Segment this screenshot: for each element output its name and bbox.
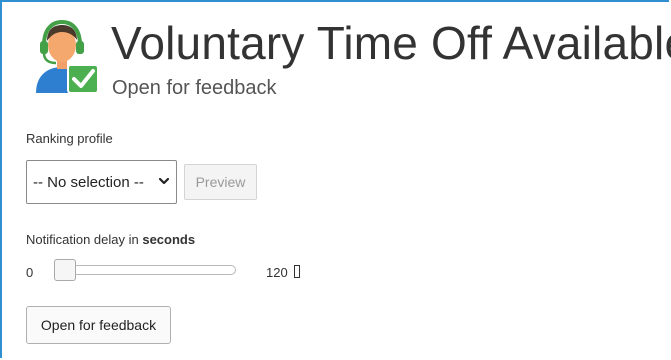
notification-delay-label: Notification delay in seconds: [26, 232, 195, 247]
page-subtitle: Open for feedback: [112, 77, 277, 99]
chevron-down-icon: [158, 177, 170, 185]
page-title: Voluntary Time Off Available: [111, 17, 671, 69]
notification-delay-slider-track[interactable]: [54, 265, 236, 275]
slider-value-box: [293, 265, 300, 278]
slider-min-value: 0: [26, 265, 34, 280]
open-for-feedback-button[interactable]: Open for feedback: [26, 306, 171, 344]
ranking-profile-label: Ranking profile: [26, 131, 113, 146]
ranking-profile-select[interactable]: -- No selection --: [26, 160, 177, 204]
notification-delay-label-unit: seconds: [142, 232, 196, 247]
agent-headset-checkmark-icon: [36, 19, 99, 94]
notification-delay-label-prefix: Notification delay in: [26, 232, 143, 247]
notification-delay-slider-thumb[interactable]: [54, 259, 76, 281]
ranking-profile-select-value: -- No selection --: [33, 173, 144, 191]
slider-max-value: 120: [266, 265, 288, 280]
slider-max-value-wrapper: 120: [266, 265, 300, 280]
preview-button[interactable]: Preview: [184, 164, 257, 200]
